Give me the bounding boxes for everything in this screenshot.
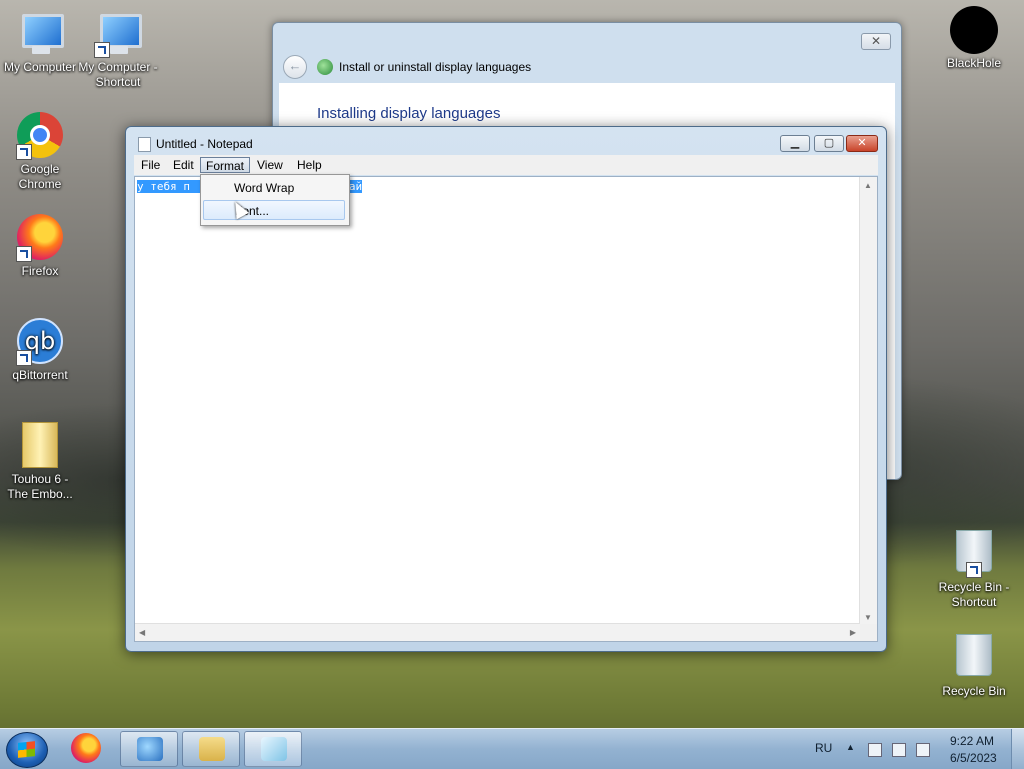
maximize-button[interactable]: ▢ [814, 135, 844, 152]
desktop-icon-touhou[interactable]: Touhou 6 - The Embo... [0, 422, 80, 502]
recycle-bin-shortcut-icon [950, 530, 998, 578]
scroll-right-icon[interactable]: ▶ [850, 628, 856, 637]
scroll-down-icon[interactable]: ▼ [864, 613, 872, 622]
menu-bar: File Edit Format View Help [134, 155, 878, 175]
qbittorrent-icon: qb [16, 318, 64, 366]
firefox-icon [71, 733, 101, 763]
show-desktop-button[interactable] [1011, 729, 1024, 769]
installer-heading: Installing display languages [317, 105, 501, 122]
installer-title: Install or uninstall display languages [339, 60, 532, 74]
taskbar-notepad[interactable] [244, 731, 302, 767]
desktop-icon-recycle-bin[interactable]: Recycle Bin [934, 630, 1014, 699]
vertical-scrollbar[interactable]: ▲ ▼ [859, 177, 877, 626]
menu-format[interactable]: Format [200, 157, 251, 173]
firefox-icon [16, 214, 64, 262]
control-panel-icon [137, 737, 163, 761]
computer-icon [16, 10, 64, 58]
menu-file[interactable]: File [136, 157, 165, 173]
menu-item-font[interactable]: Font... [203, 200, 345, 220]
folder-icon [16, 422, 64, 470]
desktop-icon-label: My Computer [3, 60, 77, 74]
taskbar-explorer[interactable] [182, 731, 240, 767]
scroll-up-icon[interactable]: ▲ [864, 181, 872, 190]
action-center-icon[interactable] [868, 743, 882, 757]
text-editor[interactable]: у тебя п е или вайфай ▲ ▼ ◀ ▶ [134, 176, 878, 642]
taskbar: RU ▲ 9:22 AM 6/5/2023 [0, 728, 1024, 769]
start-button[interactable] [6, 732, 48, 768]
menu-edit[interactable]: Edit [168, 157, 199, 173]
desktop-icon-firefox[interactable]: Firefox [0, 214, 80, 279]
notepad-icon [138, 137, 151, 152]
menu-help[interactable]: Help [292, 157, 327, 173]
desktop-icon-qbittorrent[interactable]: qb qBittorrent [0, 318, 80, 383]
clock-time[interactable]: 9:22 AM [950, 734, 994, 748]
desktop-icon-label: Touhou 6 - The Embo... [7, 472, 73, 501]
notepad-icon [261, 737, 287, 761]
horizontal-scrollbar[interactable]: ◀ ▶ [135, 623, 860, 641]
desktop-icon-google-chrome[interactable]: Google Chrome [0, 112, 80, 192]
computer-shortcut-icon [94, 10, 142, 58]
folder-icon [199, 737, 225, 761]
minimize-button[interactable]: ▁ [780, 135, 810, 152]
network-icon[interactable] [892, 743, 906, 757]
desktop-icon-label: Recycle Bin - Shortcut [938, 580, 1010, 609]
desktop-icon-my-computer[interactable]: My Computer [0, 10, 80, 75]
desktop-icon-recycle-bin-shortcut[interactable]: Recycle Bin - Shortcut [934, 526, 1014, 610]
taskbar-firefox[interactable] [70, 733, 102, 765]
notepad-title: Untitled - Notepad [156, 137, 253, 151]
desktop-icon-label: My Computer - Shortcut [78, 60, 158, 89]
language-indicator[interactable]: RU [815, 741, 832, 755]
desktop-icon-label: BlackHole [946, 56, 1002, 70]
desktop-icon-label: Google Chrome [18, 162, 62, 191]
taskbar-control-panel[interactable] [120, 731, 178, 767]
recycle-bin-icon [950, 634, 998, 682]
installer-close-button[interactable]: ✕ [861, 33, 891, 50]
format-dropdown-menu: Word Wrap Font... [200, 174, 350, 226]
chrome-icon [16, 112, 64, 160]
globe-icon [317, 59, 333, 75]
resize-grip[interactable] [860, 624, 877, 641]
blackhole-icon [950, 6, 998, 54]
desktop-icon-label: Firefox [21, 264, 59, 278]
desktop-icon-label: qBittorrent [12, 368, 68, 382]
desktop-icon-label: Recycle Bin [942, 684, 1006, 698]
clock-date[interactable]: 6/5/2023 [950, 751, 997, 765]
back-arrow-icon[interactable]: ← [283, 55, 307, 79]
scroll-left-icon[interactable]: ◀ [139, 628, 145, 637]
menu-view[interactable]: View [252, 157, 288, 173]
volume-muted-icon[interactable] [916, 743, 930, 757]
menu-item-word-wrap[interactable]: Word Wrap [203, 178, 345, 198]
tray-show-hidden-icon[interactable]: ▲ [846, 742, 855, 752]
close-button[interactable]: ✕ [846, 135, 878, 152]
desktop-icon-blackhole[interactable]: BlackHole [934, 6, 1014, 71]
desktop-icon-my-computer-shortcut[interactable]: My Computer - Shortcut [78, 10, 158, 90]
